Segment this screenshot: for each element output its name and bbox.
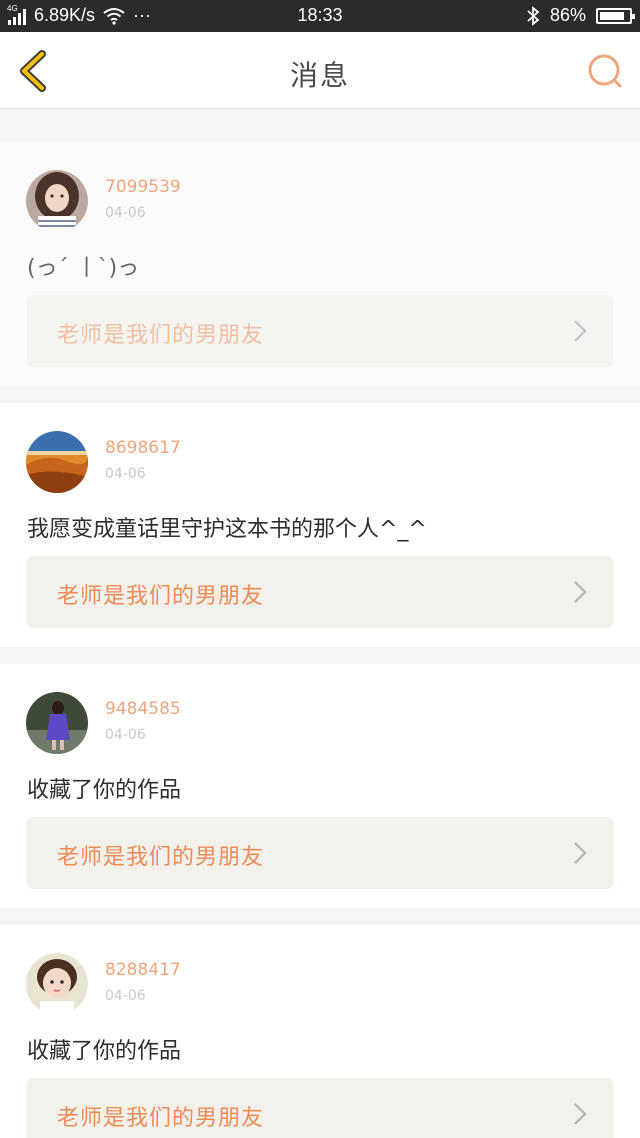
status-bar: 4G 6.89K/s ··· 18:33 86% [0, 0, 640, 32]
avatar[interactable] [26, 953, 88, 1015]
page-title: 消息 [289, 59, 350, 92]
search-icon[interactable] [586, 52, 624, 90]
username[interactable]: 8288417 [105, 960, 181, 980]
bluetooth-icon [527, 5, 540, 26]
chevron-right-icon [574, 842, 587, 864]
work-link-title: 老师是我们的男朋友 [57, 323, 265, 348]
work-link-title: 老师是我们的男朋友 [57, 845, 265, 870]
chevron-right-icon [574, 320, 587, 342]
work-link-title: 老师是我们的男朋友 [57, 1106, 265, 1131]
message-card: 8288417 04-06 收藏了你的作品 老师是我们的男朋友 [0, 925, 640, 1138]
avatar[interactable] [26, 170, 88, 232]
battery-fill [600, 11, 625, 20]
battery-percent: 86% [549, 5, 586, 25]
message-text: 收藏了你的作品 [27, 778, 182, 803]
username[interactable]: 8698617 [105, 438, 181, 458]
message-card: 7099539 04-06 (っ´ 丨`)っ 老师是我们的男朋友 [0, 142, 640, 386]
message-card: 8698617 04-06 我愿变成童话里守护这本书的那个人^_^ 老师是我们的… [0, 403, 640, 647]
message-date: 04-06 [105, 205, 146, 221]
app-header: 消息 [0, 32, 640, 109]
avatar[interactable] [26, 692, 88, 754]
chevron-right-icon [574, 581, 587, 603]
message-date: 04-06 [105, 466, 146, 482]
message-text: 我愿变成童话里守护这本书的那个人^_^ [27, 517, 427, 542]
work-link[interactable]: 老师是我们的男朋友 [27, 1078, 613, 1138]
username[interactable]: 9484585 [105, 699, 181, 719]
work-link[interactable]: 老师是我们的男朋友 [27, 295, 613, 367]
work-link[interactable]: 老师是我们的男朋友 [27, 556, 613, 628]
status-right: 86% [526, 5, 635, 26]
work-link[interactable]: 老师是我们的男朋友 [27, 817, 613, 889]
username[interactable]: 7099539 [105, 177, 181, 197]
message-date: 04-06 [105, 988, 146, 1004]
battery-icon [596, 7, 635, 24]
chevron-right-icon [574, 1103, 587, 1125]
avatar[interactable] [26, 431, 88, 493]
work-link-title: 老师是我们的男朋友 [57, 584, 265, 609]
message-text: (っ´ 丨`)っ [27, 256, 140, 281]
message-text: 收藏了你的作品 [27, 1039, 182, 1064]
message-list: 7099539 04-06 (っ´ 丨`)っ 老师是我们的男朋友 8698617… [0, 126, 640, 1138]
message-card: 9484585 04-06 收藏了你的作品 老师是我们的男朋友 [0, 664, 640, 908]
message-date: 04-06 [105, 727, 146, 743]
